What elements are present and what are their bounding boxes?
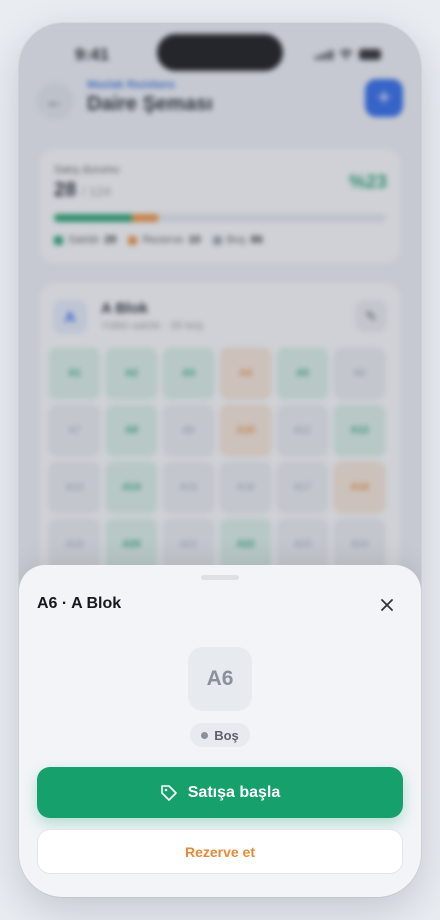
status-badge: Boş xyxy=(190,723,250,747)
unit-preview: A6 xyxy=(188,647,252,711)
phone-frame: 9:41 ← Maslak Rezidans Daire Şeması + Sa… xyxy=(19,23,421,897)
tag-icon xyxy=(160,784,177,801)
start-sale-button[interactable]: Satışa başla xyxy=(37,767,403,818)
reserve-label: Rezerve et xyxy=(184,843,256,860)
status-dot xyxy=(201,731,209,739)
close-icon xyxy=(381,599,393,611)
close-button[interactable] xyxy=(375,593,399,617)
reserve-button[interactable]: Rezerve et xyxy=(37,829,403,874)
bottom-sheet: A6 · A Blok A6 Boş Satışa başla Rezerve … xyxy=(19,565,421,897)
start-sale-label: Satışa başla xyxy=(187,783,281,801)
status-text: Boş xyxy=(214,727,239,743)
sheet-title: A6 · A Blok xyxy=(37,595,122,612)
sheet-grabber[interactable] xyxy=(201,575,239,580)
